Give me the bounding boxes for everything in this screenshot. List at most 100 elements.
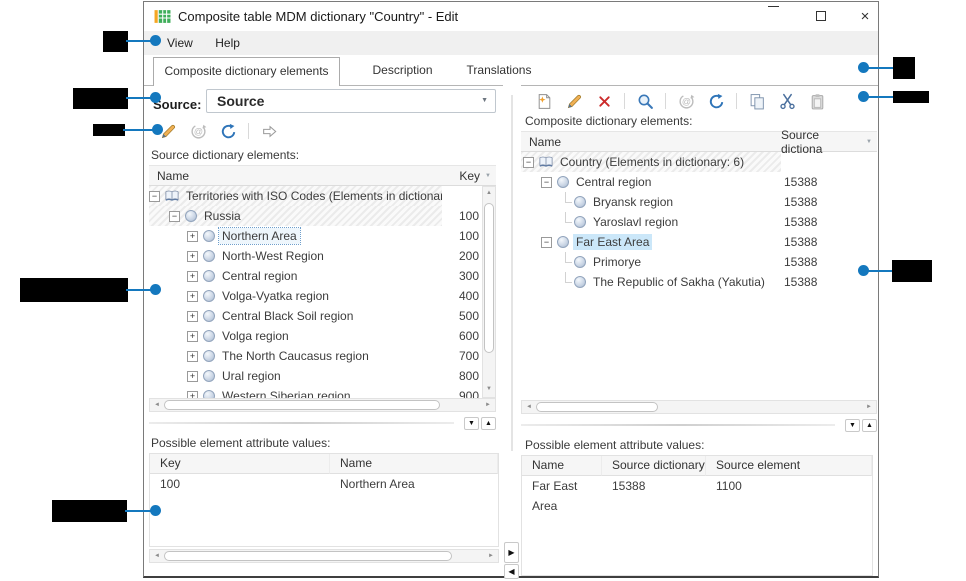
tab-translations[interactable]: Translations — [444, 57, 554, 86]
callout-dot-view-menu — [150, 35, 161, 46]
collapse-up-icon[interactable]: ▲ — [481, 417, 496, 430]
refresh-icon[interactable] — [219, 122, 237, 140]
tree-header: Name Key ▼ — [149, 166, 496, 186]
tree-row[interactable]: +Volga region600 — [149, 326, 482, 346]
column-header[interactable]: Name — [330, 454, 498, 474]
collapse-expander-icon[interactable]: − — [541, 237, 552, 248]
scrollbar-thumb[interactable] — [484, 203, 494, 353]
tab-composite-dictionary-elements[interactable]: Composite dictionary elements — [153, 57, 340, 86]
scrollbar-thumb[interactable] — [164, 551, 452, 561]
copy-icon[interactable] — [748, 92, 766, 110]
composite-elements-tree: Name Source dictiona ▼ −Country (Element… — [521, 131, 877, 413]
element-sphere-icon — [574, 196, 586, 208]
search-icon[interactable] — [636, 92, 654, 110]
cut-scissors-icon[interactable] — [778, 92, 796, 110]
scrollbar-thumb[interactable] — [164, 400, 440, 410]
maximize-button[interactable] — [804, 2, 838, 31]
collapse-expander-icon[interactable]: − — [541, 177, 552, 188]
auto-update-at-icon[interactable]: @ — [189, 122, 207, 140]
menu-view[interactable]: View — [158, 31, 202, 55]
tree-row[interactable]: +Volga-Vyatka region400 — [149, 286, 482, 306]
minimize-button[interactable] — [756, 2, 790, 31]
scroll-right-icon[interactable]: ► — [481, 399, 495, 411]
tree-row[interactable]: +The North Caucasus region700 — [149, 346, 482, 366]
source-dictionary-panel: Source: Source ▼ @ — [149, 86, 503, 576]
element-sphere-icon — [203, 230, 215, 242]
table-cell: Far East Area — [522, 476, 602, 496]
close-button[interactable]: × — [848, 2, 882, 31]
column-header[interactable]: Source dictionary — [602, 456, 706, 476]
column-header-key[interactable]: Key — [440, 169, 480, 183]
scroll-right-icon[interactable]: ► — [484, 550, 498, 562]
horizontal-scrollbar[interactable]: ◄ ► — [521, 400, 877, 414]
collapse-up-icon[interactable]: ▲ — [862, 419, 877, 432]
tree-row[interactable]: +Central region300 — [149, 266, 482, 286]
column-filter-icon[interactable]: ▼ — [861, 139, 877, 145]
vertical-splitter[interactable]: ▶ ◀ — [503, 85, 521, 576]
expand-expander-icon[interactable]: + — [187, 291, 198, 302]
source-select[interactable]: Source ▼ — [206, 89, 496, 113]
expand-expander-icon[interactable]: + — [187, 311, 198, 322]
horizontal-splitter[interactable]: ▼ ▲ — [149, 415, 496, 431]
scroll-left-icon[interactable]: ◄ — [150, 399, 164, 411]
tree-row[interactable]: +Central Black Soil region500 — [149, 306, 482, 326]
tree-row[interactable]: +Northern Area100 — [149, 226, 482, 246]
tree-row[interactable]: −Country (Elements in dictionary: 6) — [521, 152, 877, 172]
tree-row[interactable]: The Republic of Sakha (Yakutia)15388 — [521, 272, 877, 292]
column-header-name[interactable]: Name — [149, 169, 440, 183]
tab-description[interactable]: Description — [350, 57, 455, 86]
tree-row[interactable]: +Ural region800 — [149, 366, 482, 386]
tree-node-label: Western Siberian region — [219, 388, 354, 398]
tab-strip: Composite dictionary elements Descriptio… — [144, 55, 878, 86]
column-header-name[interactable]: Name — [521, 135, 781, 149]
column-header[interactable]: Name — [522, 456, 602, 476]
tree-row[interactable]: +North-West Region200 — [149, 246, 482, 266]
scroll-left-icon[interactable]: ◄ — [522, 401, 536, 413]
tree-row[interactable]: −Central region15388 — [521, 172, 877, 192]
collapse-down-icon[interactable]: ▼ — [464, 417, 479, 430]
auto-update-at-icon[interactable]: @ — [677, 92, 695, 110]
tree-row[interactable]: Bryansk region15388 — [521, 192, 877, 212]
paste-icon[interactable] — [808, 92, 826, 110]
tree-row[interactable]: −Territories with ISO Codes (Elements in… — [149, 186, 482, 206]
collapse-expander-icon[interactable]: − — [169, 211, 180, 222]
vertical-scrollbar[interactable]: ▲ ▼ — [482, 186, 496, 398]
column-filter-icon[interactable]: ▼ — [480, 173, 496, 179]
horizontal-scrollbar[interactable]: ◄ ► — [149, 549, 499, 563]
horizontal-scrollbar[interactable]: ◄ ► — [149, 398, 496, 412]
scroll-down-icon[interactable]: ▼ — [483, 383, 495, 397]
composite-dictionary-panel: @ — [521, 86, 877, 576]
scrollbar-thumb[interactable] — [536, 402, 658, 412]
forward-arrow-icon[interactable] — [260, 122, 278, 140]
collapse-left-icon[interactable]: ◀ — [504, 564, 519, 579]
collapse-right-icon[interactable]: ▶ — [504, 542, 519, 563]
expand-expander-icon[interactable]: + — [187, 231, 198, 242]
collapse-expander-icon[interactable]: − — [149, 191, 160, 202]
expand-expander-icon[interactable]: + — [187, 371, 198, 382]
expand-expander-icon[interactable]: + — [187, 271, 198, 282]
tree-row[interactable]: Primorye15388 — [521, 252, 877, 272]
refresh-icon[interactable] — [707, 92, 725, 110]
delete-x-icon[interactable] — [595, 92, 613, 110]
element-sphere-icon — [203, 310, 215, 322]
scroll-up-icon[interactable]: ▲ — [483, 187, 495, 201]
collapse-down-icon[interactable]: ▼ — [845, 419, 860, 432]
add-document-icon[interactable] — [535, 92, 553, 110]
tree-row[interactable]: Yaroslavl region15388 — [521, 212, 877, 232]
menu-help[interactable]: Help — [206, 31, 249, 55]
expand-expander-icon[interactable]: + — [187, 391, 198, 399]
tree-row[interactable]: −Russia100 — [149, 206, 482, 226]
element-sphere-icon — [185, 210, 197, 222]
edit-pencil-icon[interactable] — [565, 92, 583, 110]
scroll-right-icon[interactable]: ► — [862, 401, 876, 413]
tree-row[interactable]: −Far East Area15388 — [521, 232, 877, 252]
scroll-left-icon[interactable]: ◄ — [150, 550, 164, 562]
column-header[interactable]: Key — [150, 454, 330, 474]
horizontal-splitter[interactable]: ▼ ▲ — [521, 417, 877, 433]
tree-row[interactable]: +Western Siberian region900 — [149, 386, 482, 398]
expand-expander-icon[interactable]: + — [187, 251, 198, 262]
collapse-expander-icon[interactable]: − — [523, 157, 534, 168]
expand-expander-icon[interactable]: + — [187, 351, 198, 362]
column-header[interactable]: Source element — [706, 456, 872, 476]
expand-expander-icon[interactable]: + — [187, 331, 198, 342]
